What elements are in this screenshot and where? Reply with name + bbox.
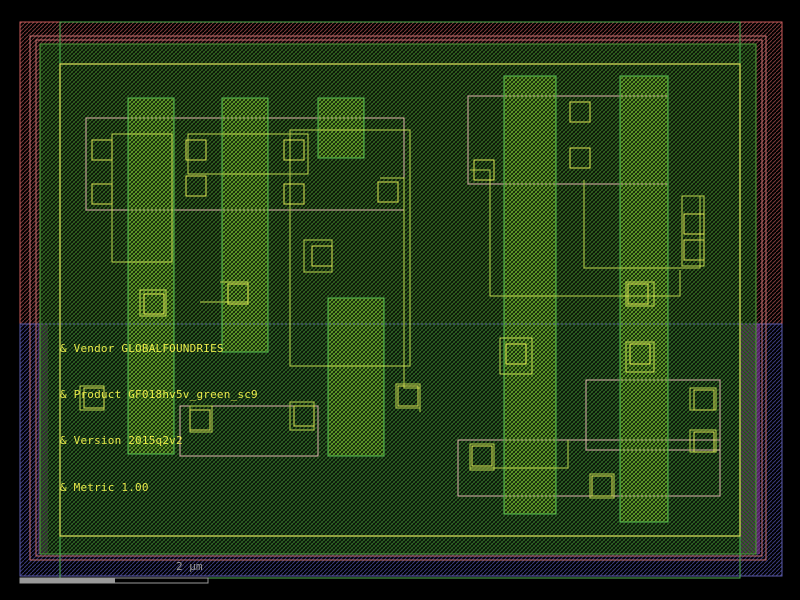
vendor-label: & Vendor GLOBALFOUNDRIES — [60, 342, 224, 355]
scale-label: 2 µm — [176, 560, 203, 573]
scale-bar-filled — [20, 578, 115, 583]
cell-layout-canvas — [19, 21, 783, 584]
metric-label: & Metric 1.00 — [60, 481, 149, 494]
version-label: & Version 2015q2v2 — [60, 434, 183, 447]
product-label: & Product GF018hv5v_green_sc9 — [60, 388, 258, 401]
